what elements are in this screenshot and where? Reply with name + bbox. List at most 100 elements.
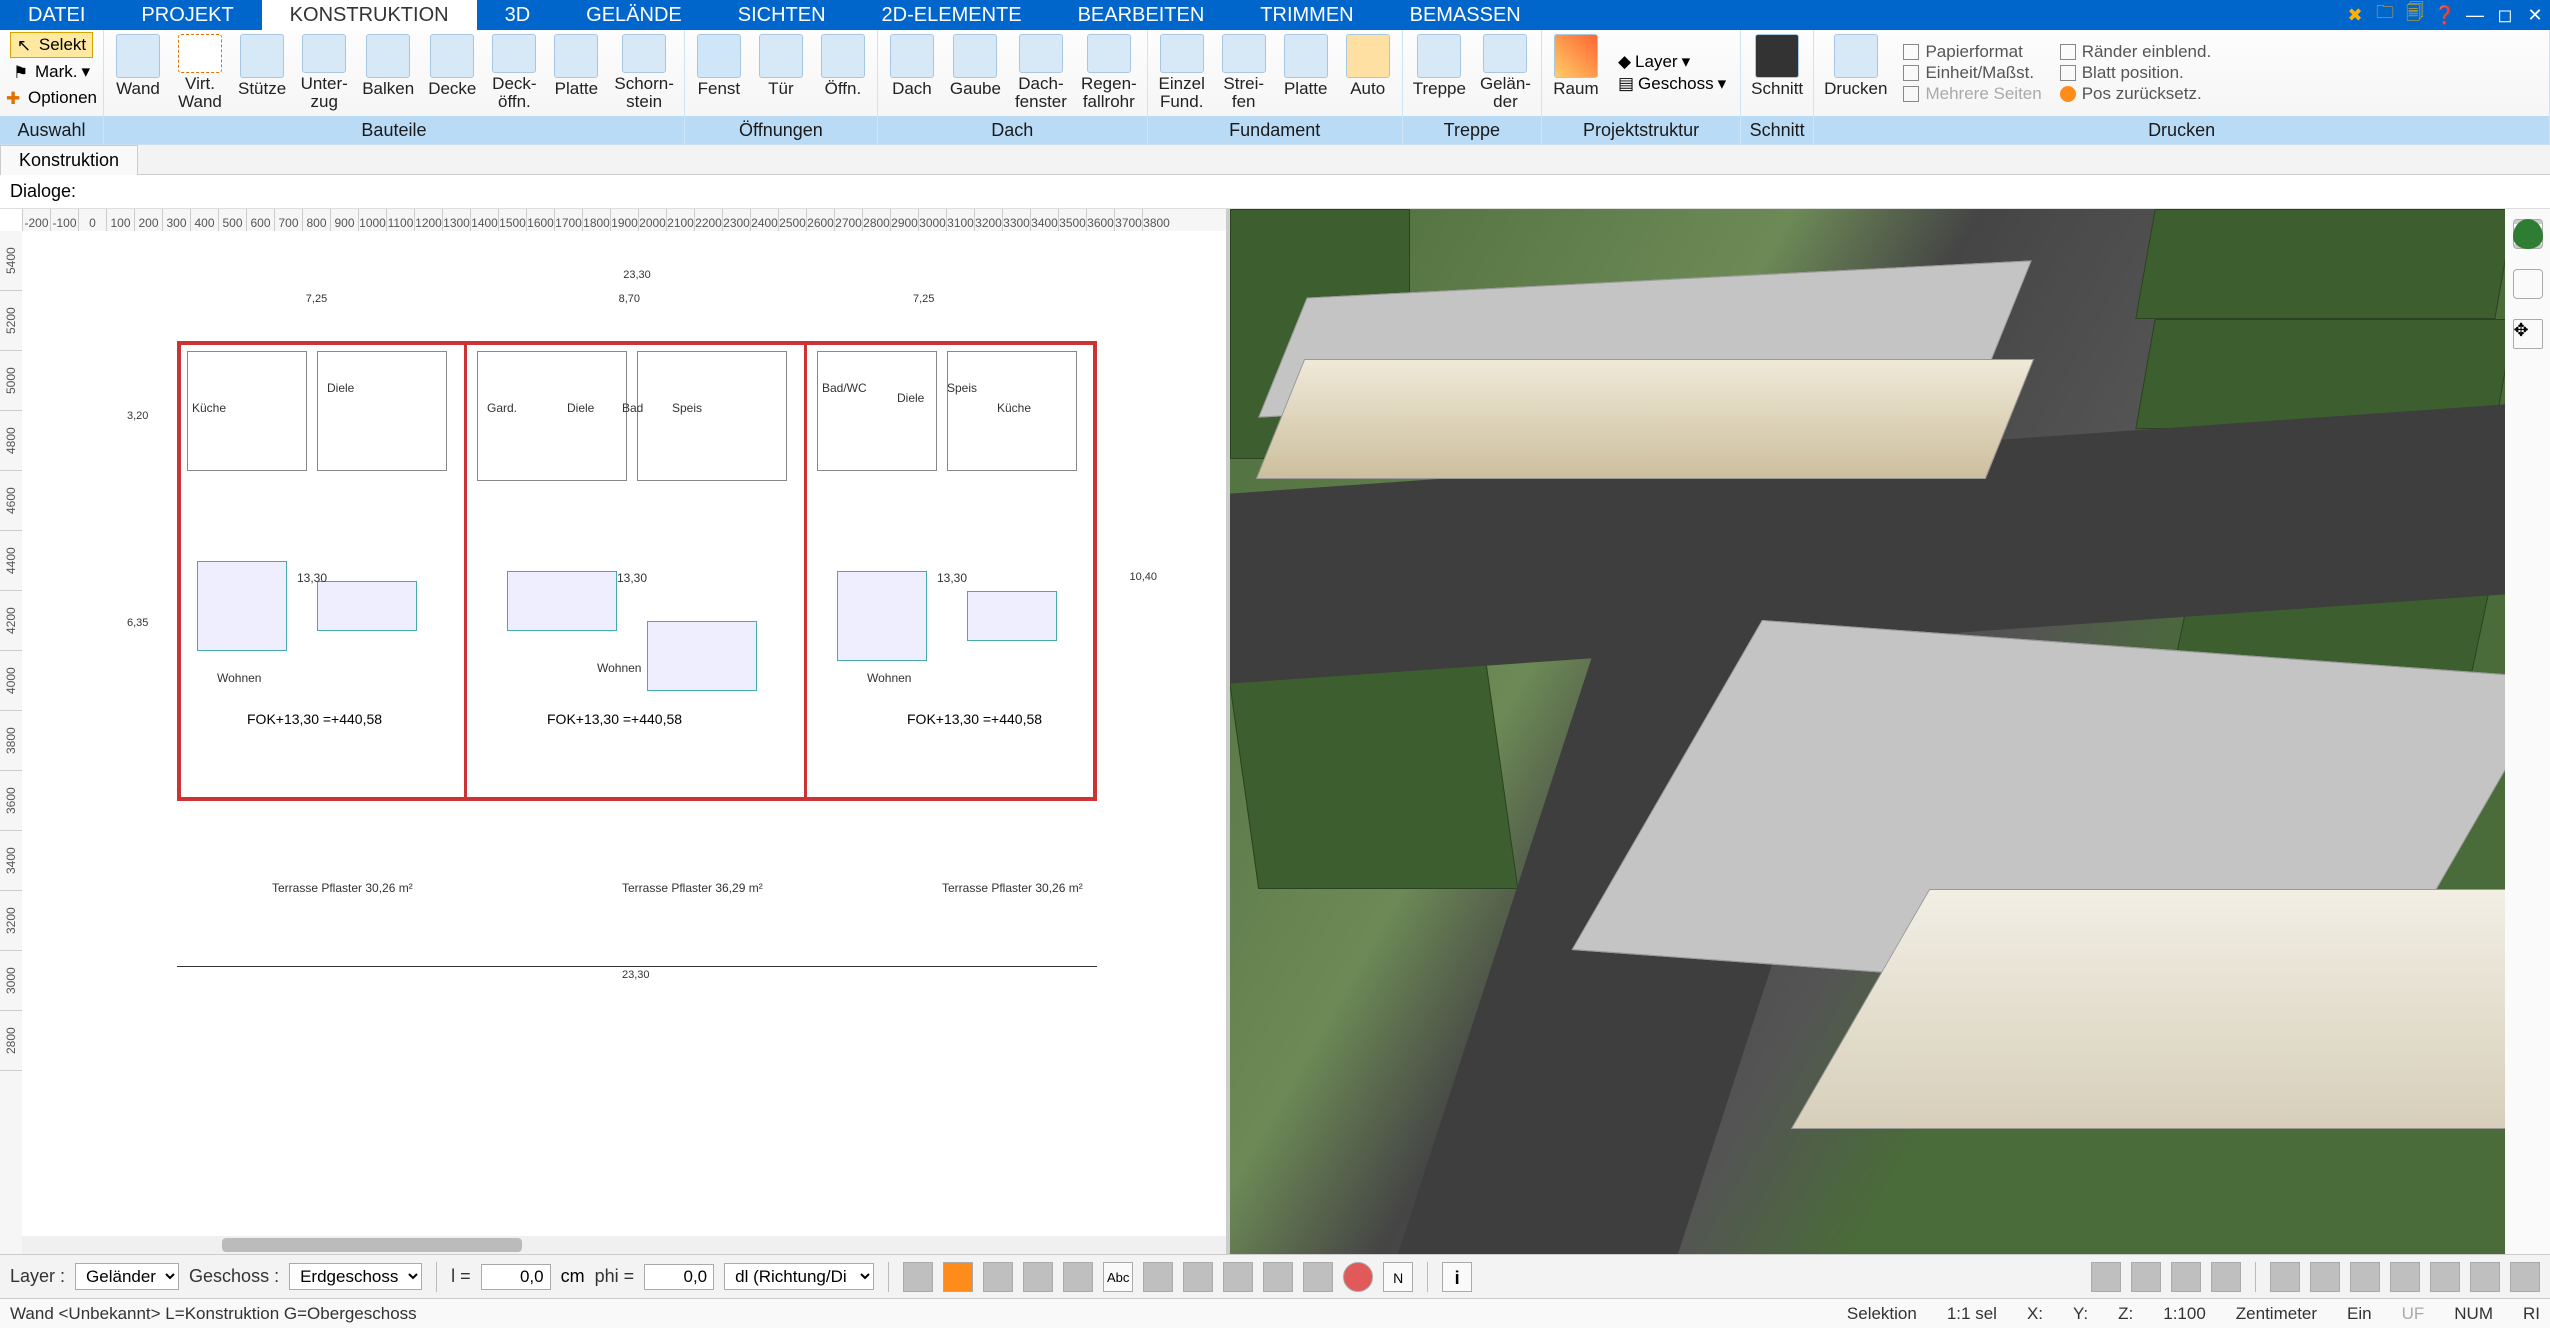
floorplan: 23,30 7,25 8,70 7,25 10,40 3,20 6,35 Küc…	[177, 341, 1097, 801]
align-btn-2[interactable]	[2310, 1262, 2340, 1292]
menu-tab-datei[interactable]: DATEI	[0, 0, 113, 30]
virtual-wall-icon	[178, 34, 222, 73]
tool-decke[interactable]: Decke	[422, 32, 482, 114]
align-btn-3[interactable]	[2350, 1262, 2380, 1292]
snap-btn-5[interactable]	[1063, 1262, 1093, 1292]
right-sidebar: ✥	[2505, 209, 2550, 1254]
tool-icon-3[interactable]: 🗐	[2400, 0, 2430, 30]
menu-tab-sichten[interactable]: SICHTEN	[710, 0, 854, 30]
menu-tab-trimmen[interactable]: TRIMMEN	[1232, 0, 1381, 30]
align-btn-5[interactable]	[2430, 1262, 2460, 1292]
align-btn-6[interactable]	[2470, 1262, 2500, 1292]
tool-dach[interactable]: Dach	[882, 32, 942, 114]
view-btn-4[interactable]	[2211, 1262, 2241, 1292]
tool-fund-platte[interactable]: Platte	[1276, 32, 1336, 114]
tool-einzelfund[interactable]: Einzel Fund.	[1152, 32, 1212, 114]
text-abc-btn[interactable]: Abc	[1103, 1262, 1133, 1292]
mark-button[interactable]: ⚑Mark. ▾	[7, 60, 96, 84]
2d-canvas[interactable]: 23,30 7,25 8,70 7,25 10,40 3,20 6,35 Küc…	[22, 231, 1226, 1234]
tool-icon-2[interactable]: 🗀	[2370, 0, 2400, 30]
secondary-tab-konstruktion[interactable]: Konstruktion	[0, 145, 138, 175]
tool-wand[interactable]: Wand	[108, 32, 168, 114]
align-btn-1[interactable]	[2270, 1262, 2300, 1292]
tool-tuer[interactable]: Tür	[751, 32, 811, 114]
tool-regenfallrohr[interactable]: Regen- fallrohr	[1075, 32, 1143, 114]
snap-btn-9[interactable]	[1263, 1262, 1293, 1292]
phi-input[interactable]	[644, 1264, 714, 1290]
tool-schnitt[interactable]: Schnitt	[1745, 32, 1809, 114]
layer-dropdown[interactable]: ◆ Layer ▾	[1618, 52, 1726, 72]
help-icon[interactable]: ❓	[2430, 0, 2460, 30]
tool-drucken[interactable]: Drucken	[1818, 32, 1893, 114]
slab-icon	[554, 34, 598, 78]
link-raender[interactable]: Ränder einblend.	[2060, 42, 2211, 62]
snap-btn-6[interactable]	[1143, 1262, 1173, 1292]
dim-upper: 3,20	[127, 410, 148, 422]
maximize-icon[interactable]: ◻	[2490, 0, 2520, 30]
fok-label-1: FOK+13,30 =+440,58	[247, 711, 382, 727]
tool-gaube[interactable]: Gaube	[944, 32, 1007, 114]
snap-btn-1[interactable]	[903, 1262, 933, 1292]
menu-tab-bearbeiten[interactable]: BEARBEITEN	[1050, 0, 1233, 30]
menu-tab-gelaende[interactable]: GELÄNDE	[558, 0, 710, 30]
tool-fenster[interactable]: Fenst	[689, 32, 749, 114]
2d-viewport[interactable]: -200-10001002003004005006007008009001000…	[0, 209, 1230, 1254]
mode-select[interactable]: dl (Richtung/Di	[724, 1263, 874, 1290]
tool-platte[interactable]: Platte	[546, 32, 606, 114]
snap-btn-2[interactable]	[943, 1262, 973, 1292]
minimize-icon[interactable]: —	[2460, 0, 2490, 30]
view-btn-2[interactable]	[2131, 1262, 2161, 1292]
geschoss-select[interactable]: Erdgeschoss	[289, 1263, 422, 1290]
align-btn-4[interactable]	[2390, 1262, 2420, 1292]
snap-btn-8[interactable]	[1223, 1262, 1253, 1292]
tool-oeffnung[interactable]: Öffn.	[813, 32, 873, 114]
selekt-button[interactable]: ↖Selekt	[10, 32, 93, 58]
link-papierformat[interactable]: Papierformat	[1903, 42, 2041, 62]
furniture-panel-icon[interactable]	[2513, 269, 2543, 299]
ceiling-icon	[430, 34, 474, 78]
snap-btn-10[interactable]	[1303, 1262, 1333, 1292]
align-btn-7[interactable]	[2510, 1262, 2540, 1292]
3d-viewport[interactable]	[1230, 209, 2505, 1254]
view-btn-3[interactable]	[2171, 1262, 2201, 1292]
menu-tab-2d[interactable]: 2D-ELEMENTE	[854, 0, 1050, 30]
horizontal-scrollbar[interactable]	[22, 1236, 1226, 1254]
marker-n-btn[interactable]: N	[1383, 1262, 1413, 1292]
tool-raum[interactable]: Raum	[1546, 32, 1606, 114]
layer-select[interactable]: Geländer	[75, 1263, 179, 1290]
tool-unterzug[interactable]: Unter- zug	[294, 32, 354, 114]
info-btn[interactable]: i	[1442, 1262, 1472, 1292]
tool-virtwand[interactable]: Virt. Wand	[170, 32, 230, 114]
link-blatt-pos[interactable]: Blatt position.	[2060, 63, 2211, 83]
wall-icon	[116, 34, 160, 78]
snap-btn-3[interactable]	[983, 1262, 1013, 1292]
close-icon[interactable]: ✕	[2520, 0, 2550, 30]
tool-schornstein[interactable]: Schorn- stein	[608, 32, 680, 114]
link-pos-reset[interactable]: Pos zurücksetz.	[2060, 84, 2211, 104]
tool-treppe[interactable]: Treppe	[1407, 32, 1472, 114]
snap-btn-7[interactable]	[1183, 1262, 1213, 1292]
navigation-panel-icon[interactable]: ✥	[2513, 319, 2543, 349]
tool-auto[interactable]: Auto	[1338, 32, 1398, 114]
menu-tab-konstruktion[interactable]: KONSTRUKTION	[262, 0, 477, 30]
tool-deckoeffn[interactable]: Deck- öffn.	[484, 32, 544, 114]
tool-gelaender[interactable]: Gelän- der	[1474, 32, 1537, 114]
menu-tab-3d[interactable]: 3D	[477, 0, 559, 30]
vegetation-panel-icon[interactable]	[2513, 219, 2543, 249]
dim-height: 10,40	[1129, 571, 1157, 583]
menu-tab-bemassen[interactable]: BEMASSEN	[1382, 0, 1549, 30]
view-btn-1[interactable]	[2091, 1262, 2121, 1292]
tool-streifen[interactable]: Strei- fen	[1214, 32, 1274, 114]
link-einheit[interactable]: Einheit/Maßst.	[1903, 63, 2041, 83]
length-input[interactable]	[481, 1264, 551, 1290]
tool-dachfenster[interactable]: Dach- fenster	[1009, 32, 1073, 114]
dim-col2: 8,70	[619, 293, 640, 305]
tool-icon-1[interactable]: ✖	[2340, 0, 2370, 30]
optionen-button[interactable]: ✚Optionen	[0, 86, 103, 110]
record-btn[interactable]	[1343, 1262, 1373, 1292]
geschoss-dropdown[interactable]: ▤ Geschoss ▾	[1618, 74, 1726, 94]
snap-btn-4[interactable]	[1023, 1262, 1053, 1292]
menu-tab-projekt[interactable]: PROJEKT	[113, 0, 261, 30]
tool-stuetze[interactable]: Stütze	[232, 32, 292, 114]
tool-balken[interactable]: Balken	[356, 32, 420, 114]
